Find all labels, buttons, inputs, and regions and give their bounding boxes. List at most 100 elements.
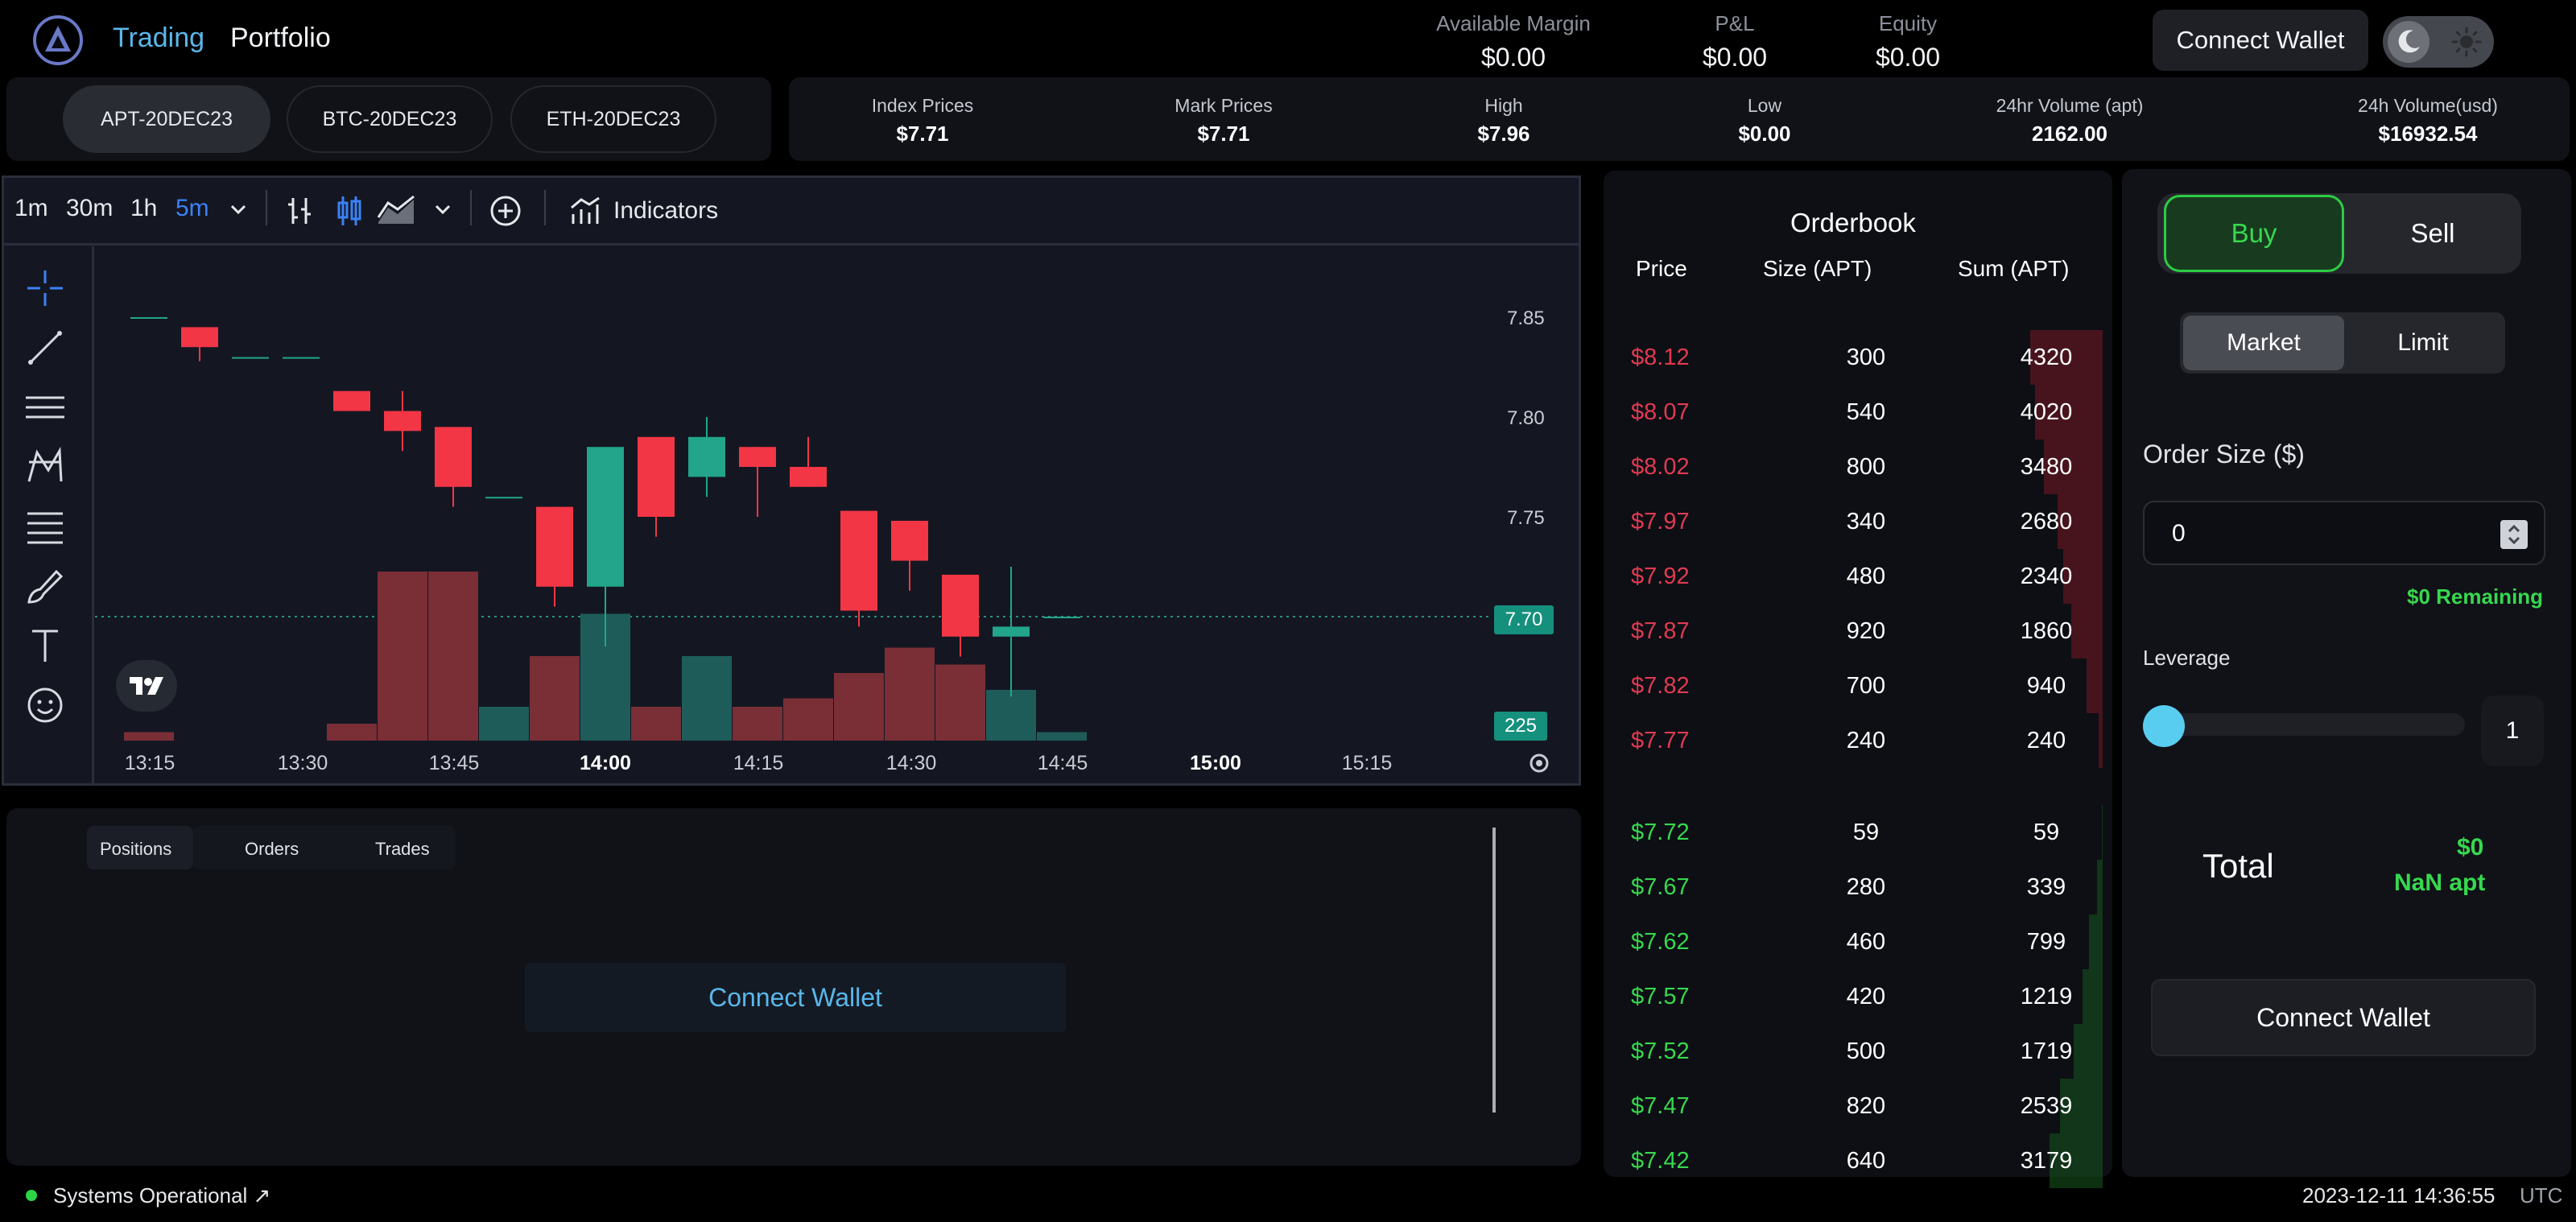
bid-price: $7.52	[1631, 1038, 1690, 1064]
candle	[283, 357, 320, 359]
stat-value: 2162.00	[2032, 122, 2107, 146]
connect-wallet-button[interactable]: Connect Wallet	[2153, 10, 2368, 71]
orderbook-ask-row[interactable]: $7.92 480 2340	[1604, 549, 2103, 604]
orderbook-bid-row[interactable]: $7.47 820 2539	[1604, 1079, 2103, 1133]
buy-button[interactable]: Buy	[2164, 195, 2344, 272]
orderbook-ask-row[interactable]: $8.02 800 3480	[1604, 440, 2103, 494]
total-apt: NaN apt	[2394, 869, 2486, 896]
ask-price: $8.02	[1631, 454, 1690, 480]
bid-sum: 3179	[2020, 1148, 2073, 1174]
tab-orders[interactable]: Orders	[245, 839, 299, 860]
ask-size: 340	[1846, 509, 1886, 535]
bid-sum: 59	[2033, 819, 2060, 845]
orderbook-header-sum: Sum (APT)	[1958, 256, 2070, 281]
tab-trades[interactable]: Trades	[375, 839, 430, 860]
leverage-label: Leverage	[2143, 646, 2231, 670]
ask-size: 240	[1846, 728, 1886, 753]
ask-sum: 2340	[2020, 564, 2073, 589]
pnl-stat: P&L $0.00	[1682, 11, 1787, 72]
orderbook-bid-row[interactable]: $7.42 640 3179	[1604, 1133, 2103, 1188]
ask-size: 300	[1846, 345, 1886, 370]
stat-label: P&L	[1715, 11, 1755, 35]
volume-bar	[783, 698, 833, 741]
connect-wallet-button[interactable]: Connect Wallet	[525, 963, 1066, 1032]
volume-bar	[986, 690, 1036, 741]
bid-size: 420	[1846, 984, 1886, 1009]
order-size-input[interactable]: 0	[2143, 501, 2545, 565]
ask-price: $7.77	[1631, 728, 1690, 753]
orderbook-bid-row[interactable]: $7.57 420 1219	[1604, 969, 2103, 1024]
orderbook-title: Orderbook	[1790, 208, 1916, 237]
bid-size: 500	[1846, 1038, 1886, 1064]
leverage-slider-track[interactable]	[2146, 713, 2465, 736]
volume-bar	[631, 707, 681, 741]
connect-wallet-button[interactable]: Connect Wallet	[2151, 979, 2536, 1056]
volume-bar	[378, 572, 427, 741]
volume-bar	[479, 707, 529, 741]
orderbook-bid-row[interactable]: $7.52 500 1719	[1604, 1024, 2103, 1079]
bid-size: 460	[1846, 929, 1886, 955]
ask-size: 920	[1846, 618, 1886, 644]
ask-sum: 4020	[2020, 399, 2073, 425]
tab-positions[interactable]: Positions	[100, 839, 171, 860]
orderbook-bid-row[interactable]: $7.67 280 339	[1604, 860, 2103, 914]
bid-price: $7.72	[1631, 819, 1690, 845]
candle	[739, 447, 776, 517]
volume-bar	[1037, 732, 1087, 741]
candle	[840, 510, 877, 627]
ask-size: 480	[1846, 564, 1886, 589]
ask-size: 800	[1846, 454, 1886, 480]
leverage-slider-thumb[interactable]	[2143, 705, 2185, 747]
stepper-icon[interactable]	[2500, 520, 2528, 549]
orderbook-ask-row[interactable]: $8.12 300 4320	[1604, 330, 2103, 385]
ask-sum: 940	[2026, 673, 2066, 699]
remaining-text: $0 Remaining	[2407, 584, 2544, 609]
order-size-label: Order Size ($)	[2143, 440, 2305, 469]
orderbook-bid-row[interactable]: $7.62 460 799	[1604, 914, 2103, 969]
footer-datetime: 2023-12-11 14:36:55	[2302, 1183, 2496, 1208]
candle	[130, 317, 167, 319]
x-tick: 14:00	[580, 752, 631, 774]
leverage-value-box[interactable]: 1	[2481, 696, 2544, 766]
stat-label: Equity	[1878, 11, 1938, 35]
gear-icon[interactable]	[1526, 750, 1552, 776]
orderbook-ask-row[interactable]: $7.87 920 1860	[1604, 604, 2103, 658]
tradingview-logo[interactable]	[116, 660, 177, 712]
footer-timezone: UTC	[2520, 1183, 2563, 1208]
x-tick: 13:45	[428, 752, 480, 774]
orderbook-ask-row[interactable]: $8.07 540 4020	[1604, 385, 2103, 440]
total-usd: $0	[2457, 834, 2484, 861]
orderbook-ask-row[interactable]: $7.77 240 240	[1604, 713, 2103, 768]
orderbook-ask-row[interactable]: $7.82 700 940	[1604, 658, 2103, 713]
ask-price: $7.92	[1631, 564, 1690, 589]
x-tick: 14:45	[1037, 752, 1088, 774]
total-label: Total	[2202, 847, 2274, 885]
bid-price: $7.62	[1631, 929, 1690, 955]
candle	[333, 390, 370, 411]
volume-bar	[935, 664, 985, 741]
sell-button[interactable]: Sell	[2344, 195, 2521, 272]
systems-status-link[interactable]: Systems Operational ↗	[53, 1183, 270, 1208]
moon-icon	[2398, 30, 2420, 53]
candle	[638, 436, 675, 537]
limit-button[interactable]: Limit	[2344, 316, 2502, 370]
market-button[interactable]: Market	[2183, 316, 2344, 370]
scrollbar[interactable]	[1492, 828, 1496, 1113]
volume-bar	[682, 656, 732, 741]
x-tick: 13:15	[124, 752, 175, 774]
theme-toggle[interactable]	[2383, 16, 2494, 68]
orderbook-bid-row[interactable]: $7.72 59 59	[1604, 805, 2103, 860]
ask-price: $7.97	[1631, 509, 1690, 535]
candle	[688, 417, 725, 497]
candle	[993, 567, 1030, 697]
orderbook-ask-row[interactable]: $7.97 340 2680	[1604, 494, 2103, 549]
ask-size: 700	[1846, 673, 1886, 699]
x-tick: 15:15	[1341, 752, 1393, 774]
bid-size: 820	[1846, 1093, 1886, 1119]
bid-size: 59	[1852, 819, 1880, 845]
low-stat: Low $0.00	[1684, 95, 1845, 147]
volume-bar	[733, 707, 782, 741]
bid-sum: 1719	[2020, 1038, 2073, 1064]
stat-label: 24h Volume(usd)	[2358, 95, 2498, 116]
price-chart[interactable]	[0, 0, 1581, 789]
